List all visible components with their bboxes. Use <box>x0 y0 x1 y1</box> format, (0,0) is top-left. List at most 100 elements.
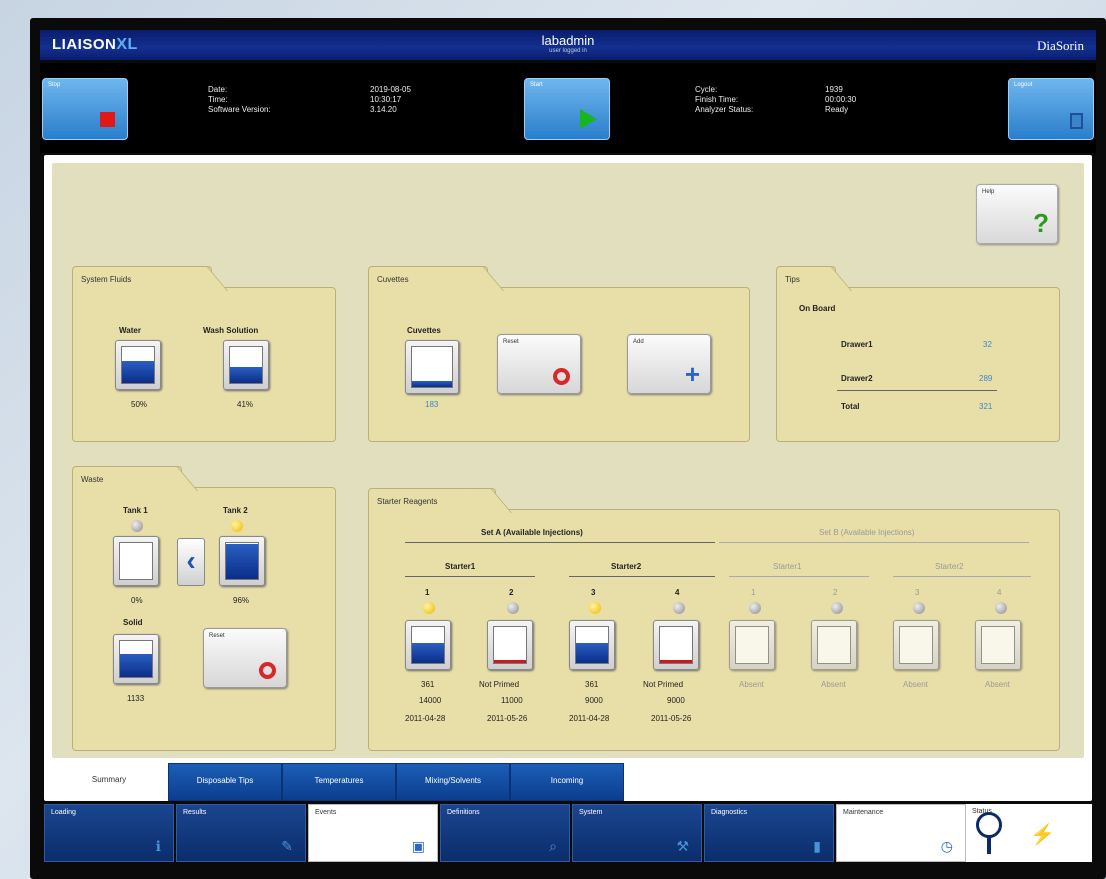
nav-loading[interactable]: Loading ℹ <box>44 804 174 862</box>
water-label: Water <box>119 326 141 335</box>
start-button[interactable]: Start <box>524 78 610 140</box>
solid-value: 1133 <box>127 694 145 703</box>
cuvettes-container[interactable] <box>405 340 459 394</box>
alert-icon: ▣ <box>411 838 425 854</box>
slot-lot: 9000 <box>585 696 603 705</box>
diagnostics-icon: ▮ <box>813 838 821 854</box>
stop-button[interactable]: Stop <box>42 78 128 140</box>
waste-reset-button[interactable]: Reset <box>203 628 287 688</box>
water-container[interactable] <box>115 340 161 390</box>
slot-number: 2 <box>509 588 514 597</box>
cuvettes-reset-button[interactable]: Reset <box>497 334 581 394</box>
slot-number: 3 <box>591 588 596 597</box>
play-icon <box>580 109 597 129</box>
cuvettes-add-button[interactable]: Add + <box>627 334 711 394</box>
tank1-status-led <box>131 520 143 532</box>
solid-label: Solid <box>123 618 143 627</box>
wash-solution-value: 41% <box>237 400 254 409</box>
tank1-container[interactable] <box>113 536 159 586</box>
cycle-info-values: 1939 00:00:30 Ready <box>825 85 857 114</box>
logout-button[interactable]: Logout <box>1008 78 1094 140</box>
starter-slot[interactable] <box>893 620 939 670</box>
set-b-starter1-divider <box>729 576 869 577</box>
water-level-fill <box>122 361 154 383</box>
logged-user: labadmin <box>541 33 595 48</box>
total-value: 321 <box>979 402 993 411</box>
tips-total-divider <box>837 390 997 391</box>
nav-diagnostics[interactable]: Diagnostics ▮ <box>704 804 834 862</box>
reset-icon <box>259 662 276 679</box>
nav-results[interactable]: Results ✎ <box>176 804 306 862</box>
title-bar: LIAISONXL labadmin user logged in DiaSor… <box>40 30 1096 60</box>
chevron-left-icon: ‹ <box>186 545 196 576</box>
tab-mixing-solvents[interactable]: Mixing/Solvents <box>396 763 510 801</box>
starter-slot[interactable] <box>405 620 451 670</box>
nav-events[interactable]: Events ▣ <box>308 804 438 862</box>
tips-title: Tips <box>776 266 836 290</box>
set-b-starter2-divider <box>893 576 1031 577</box>
tank2-level-fill <box>226 544 258 579</box>
wash-solution-label: Wash Solution <box>203 326 259 335</box>
slot-number: 2 <box>833 588 838 597</box>
drawer2-value: 289 <box>979 374 993 383</box>
search-icon: ⌕ <box>549 838 557 854</box>
water-value: 50% <box>131 400 148 409</box>
wash-solution-container[interactable] <box>223 340 269 390</box>
cuvettes-value: 183 <box>425 400 439 409</box>
tank1-label: Tank 1 <box>123 506 148 515</box>
slot-status: Not Primed <box>479 680 520 689</box>
wrench-icon: ⚒ <box>676 838 689 854</box>
analyzer-screen: LIAISONXL labadmin user logged in DiaSor… <box>30 18 1106 879</box>
set-b-label: Set B (Available Injections) <box>819 528 915 537</box>
slot-status-led <box>507 602 519 614</box>
tab-summary[interactable]: Summary <box>52 763 166 801</box>
status-strip: Stop Date: Time: Software Version: 2019-… <box>40 63 1096 153</box>
solid-container[interactable] <box>113 634 159 684</box>
set-a-label: Set A (Available Injections) <box>481 528 583 537</box>
starter-slot[interactable] <box>811 620 857 670</box>
starter-level-fill <box>576 643 608 663</box>
tank2-container[interactable] <box>219 536 265 586</box>
slot-status-led <box>831 602 843 614</box>
system-info-labels: Date: Time: Software Version: <box>208 85 271 114</box>
tab-incoming[interactable]: Incoming <box>510 763 624 801</box>
slot-status-led <box>673 602 685 614</box>
nav-maintenance[interactable]: Maintenance ◷ <box>836 804 966 862</box>
starter-slot[interactable] <box>975 620 1021 670</box>
starter-slot[interactable] <box>653 620 699 670</box>
transfer-left-button[interactable]: ‹ <box>177 538 205 586</box>
tips-panel: Tips On Board Drawer1 32 Drawer2 289 Tot… <box>776 266 1060 442</box>
tab-disposable-tips[interactable]: Disposable Tips <box>168 763 282 801</box>
nav-system[interactable]: System ⚒ <box>572 804 702 862</box>
slot-status-led <box>995 602 1007 614</box>
waste-title: Waste <box>72 466 182 490</box>
slot-status-led <box>423 602 435 614</box>
solid-level-fill <box>120 653 152 677</box>
starter-slot[interactable] <box>569 620 615 670</box>
starter-slot[interactable] <box>729 620 775 670</box>
slot-number: 1 <box>751 588 756 597</box>
slot-number: 1 <box>425 588 430 597</box>
slot-number: 4 <box>675 588 680 597</box>
summary-content: Help ? System Fluids Water 50% Wash Solu… <box>52 163 1084 758</box>
bottom-navigation: Loading ℹ Results ✎ Events ▣ Definitions ⌕ S… <box>44 804 1096 866</box>
system-info-values: 2019-08-05 10:30:17 3.14.20 <box>370 85 411 114</box>
help-button[interactable]: Help ? <box>976 184 1058 244</box>
slot-lot: 9000 <box>667 696 685 705</box>
set-a-starter1-divider <box>405 576 535 577</box>
set-b-starter2-label: Starter2 <box>935 562 964 571</box>
tank2-label: Tank 2 <box>223 506 248 515</box>
slot-lot: 11000 <box>501 696 523 705</box>
slot-number: 3 <box>915 588 920 597</box>
slot-status: Not Primed <box>643 680 684 689</box>
starter-level-fill <box>412 643 444 663</box>
starter-slot[interactable] <box>487 620 533 670</box>
clock-icon: ◷ <box>940 838 953 854</box>
tab-temperatures[interactable]: Temperatures <box>282 763 396 801</box>
magnifier-handle <box>987 836 991 854</box>
nav-definitions[interactable]: Definitions ⌕ <box>440 804 570 862</box>
set-a-starter2-divider <box>569 576 715 577</box>
onboard-label: On Board <box>799 304 836 313</box>
logged-user-subtitle: user logged in <box>549 48 587 54</box>
magnifier-icon <box>976 812 1002 838</box>
